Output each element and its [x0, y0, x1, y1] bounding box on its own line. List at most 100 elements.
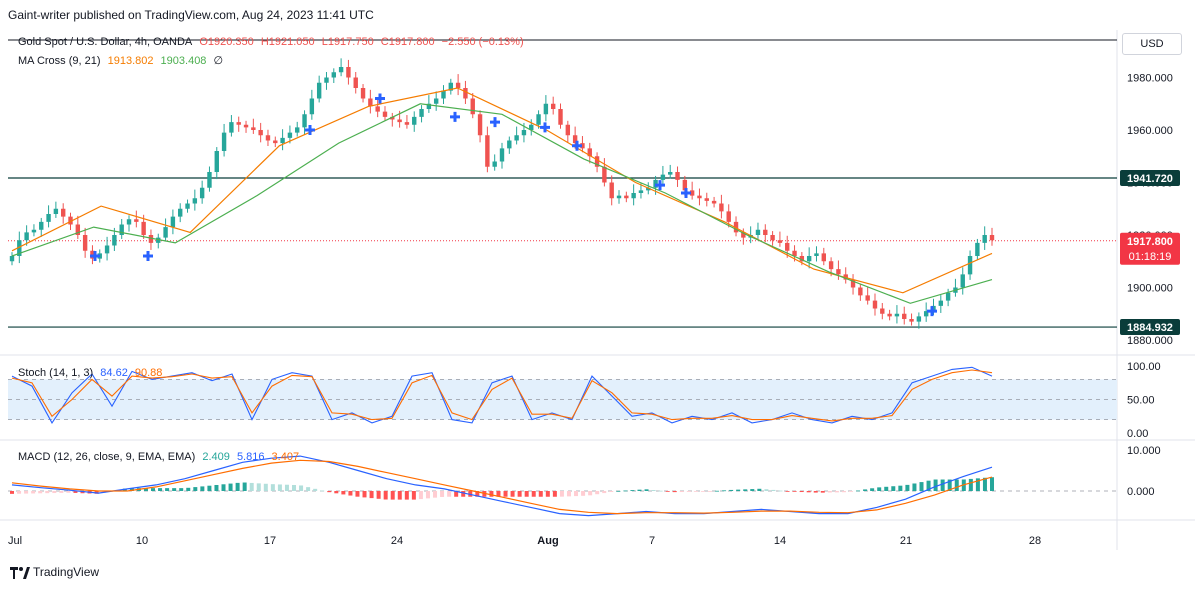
candle-body — [624, 195, 629, 199]
macd-histogram-bar — [447, 491, 452, 497]
candle-body — [755, 229, 761, 235]
macd-histogram-bar — [256, 483, 261, 491]
candle-body — [251, 127, 256, 130]
candle-body — [243, 124, 249, 128]
cross-marker-v — [658, 180, 662, 191]
currency-button[interactable]: USD — [1122, 33, 1182, 55]
price-tick-label: 1980.000 — [1127, 73, 1173, 85]
tradingview-logo[interactable]: TradingView — [10, 565, 99, 579]
candle-body — [821, 253, 826, 262]
candle-body — [433, 98, 439, 104]
candle-body — [836, 269, 841, 275]
time-tick-label: Jul — [8, 535, 22, 547]
chart-canvas[interactable]: 1880.0001900.0001920.0001940.0001960.000… — [0, 30, 1195, 560]
macd-histogram-bar — [193, 487, 198, 491]
ma-slow-value: 1903.408 — [160, 55, 207, 67]
macd-histogram-bar — [334, 491, 339, 494]
macd-histogram-bar — [355, 491, 360, 497]
macd-tick-label: 10.000 — [1127, 445, 1161, 457]
ma-slow-line — [11, 103, 993, 304]
macd-histogram-bar — [863, 489, 868, 491]
candle-body — [9, 256, 15, 262]
candle-body — [199, 187, 205, 199]
publisher-line: Gaint-writer published on TradingView.co… — [8, 8, 374, 22]
candle-body — [412, 116, 417, 125]
macd-histogram-bar — [38, 491, 43, 494]
candle-body — [675, 172, 680, 180]
macd-histogram-bar — [284, 484, 289, 491]
candle-body — [463, 88, 468, 99]
close-value: C1917.800 — [380, 36, 435, 48]
candle-body — [324, 77, 329, 83]
price-tick-label: 1880.000 — [1127, 335, 1173, 347]
candle-body — [492, 161, 497, 167]
macd-histogram-bar — [306, 487, 311, 491]
macd-histogram-bar — [827, 491, 832, 493]
macd-histogram-bar — [940, 479, 945, 491]
ma-fast-line — [11, 87, 993, 294]
high-value: H1921.050 — [260, 36, 315, 48]
macd-histogram-bar — [912, 483, 917, 491]
macd-line-value: 5.816 — [236, 451, 265, 463]
macd-histogram-bar — [813, 491, 818, 493]
macd-histogram-bar — [545, 491, 550, 497]
macd-histogram-bar — [679, 491, 684, 493]
candle-body — [375, 106, 380, 112]
macd-histogram-bar — [320, 490, 325, 492]
candle-body — [989, 235, 995, 241]
macd-histogram-bar — [588, 491, 593, 496]
time-tick-label: 21 — [900, 535, 912, 547]
macd-label: MACD (12, 26, close, 9, EMA, EMA) — [18, 451, 196, 463]
candle-body — [565, 124, 571, 136]
macd-histogram-bar — [390, 491, 395, 500]
macd-histogram-bar — [270, 484, 275, 491]
candle-body — [353, 77, 358, 88]
candle-body — [609, 182, 614, 199]
macd-histogram-bar — [31, 491, 36, 494]
candle-body — [711, 200, 717, 204]
ma-extra-value: ∅ — [213, 55, 224, 67]
cross-marker-v — [543, 122, 547, 133]
stoch-legend: Stoch (14, 1, 3) 84.62 90.88 — [18, 367, 166, 379]
macd-signal-line — [11, 459, 993, 515]
macd-histogram-bar — [848, 491, 853, 492]
chart-frame[interactable]: 1880.0001900.0001920.0001940.0001960.000… — [0, 30, 1195, 560]
support-price-tag: 1884.932 — [1127, 322, 1173, 334]
cross-marker-v — [93, 251, 97, 261]
candle-body — [53, 208, 59, 214]
candle-body — [273, 140, 278, 144]
candle-body — [112, 235, 117, 246]
time-tick-label: 10 — [136, 535, 148, 547]
macd-histogram-bar — [418, 491, 423, 500]
candle-body — [382, 111, 388, 117]
ma-cross-marker — [681, 188, 691, 198]
macd-histogram-bar — [785, 491, 790, 492]
candle-body — [207, 172, 212, 188]
stoch-tick-label: 0.00 — [1127, 428, 1148, 440]
candle-body — [302, 114, 307, 128]
macd-histogram-bar — [834, 491, 839, 493]
macd-tick-label: 0.000 — [1127, 486, 1155, 498]
macd-histogram-bar — [665, 491, 670, 492]
macd-histogram-bar — [616, 490, 621, 492]
candle-body — [265, 135, 271, 141]
candle-body — [82, 235, 88, 251]
stoch-tick-label: 100.00 — [1127, 361, 1161, 373]
candle-body — [536, 114, 541, 125]
macd-histogram-bar — [503, 491, 508, 497]
candle-body — [404, 122, 410, 125]
macd-histogram-bar — [870, 488, 875, 491]
time-tick-label: 17 — [264, 535, 276, 547]
macd-histogram-bar — [792, 491, 797, 492]
macd-histogram-bar — [729, 489, 734, 491]
candle-body — [909, 319, 914, 322]
macd-histogram-bar — [637, 489, 642, 491]
macd-histogram-bar — [820, 491, 825, 493]
macd-histogram-bar — [214, 484, 219, 491]
macd-histogram-bar — [552, 491, 557, 497]
macd-histogram-bar — [538, 491, 543, 497]
price-tick-label: 1960.000 — [1127, 125, 1173, 137]
macd-histogram-bar — [263, 483, 268, 491]
candle-body — [514, 135, 519, 141]
candle-body — [697, 195, 702, 199]
